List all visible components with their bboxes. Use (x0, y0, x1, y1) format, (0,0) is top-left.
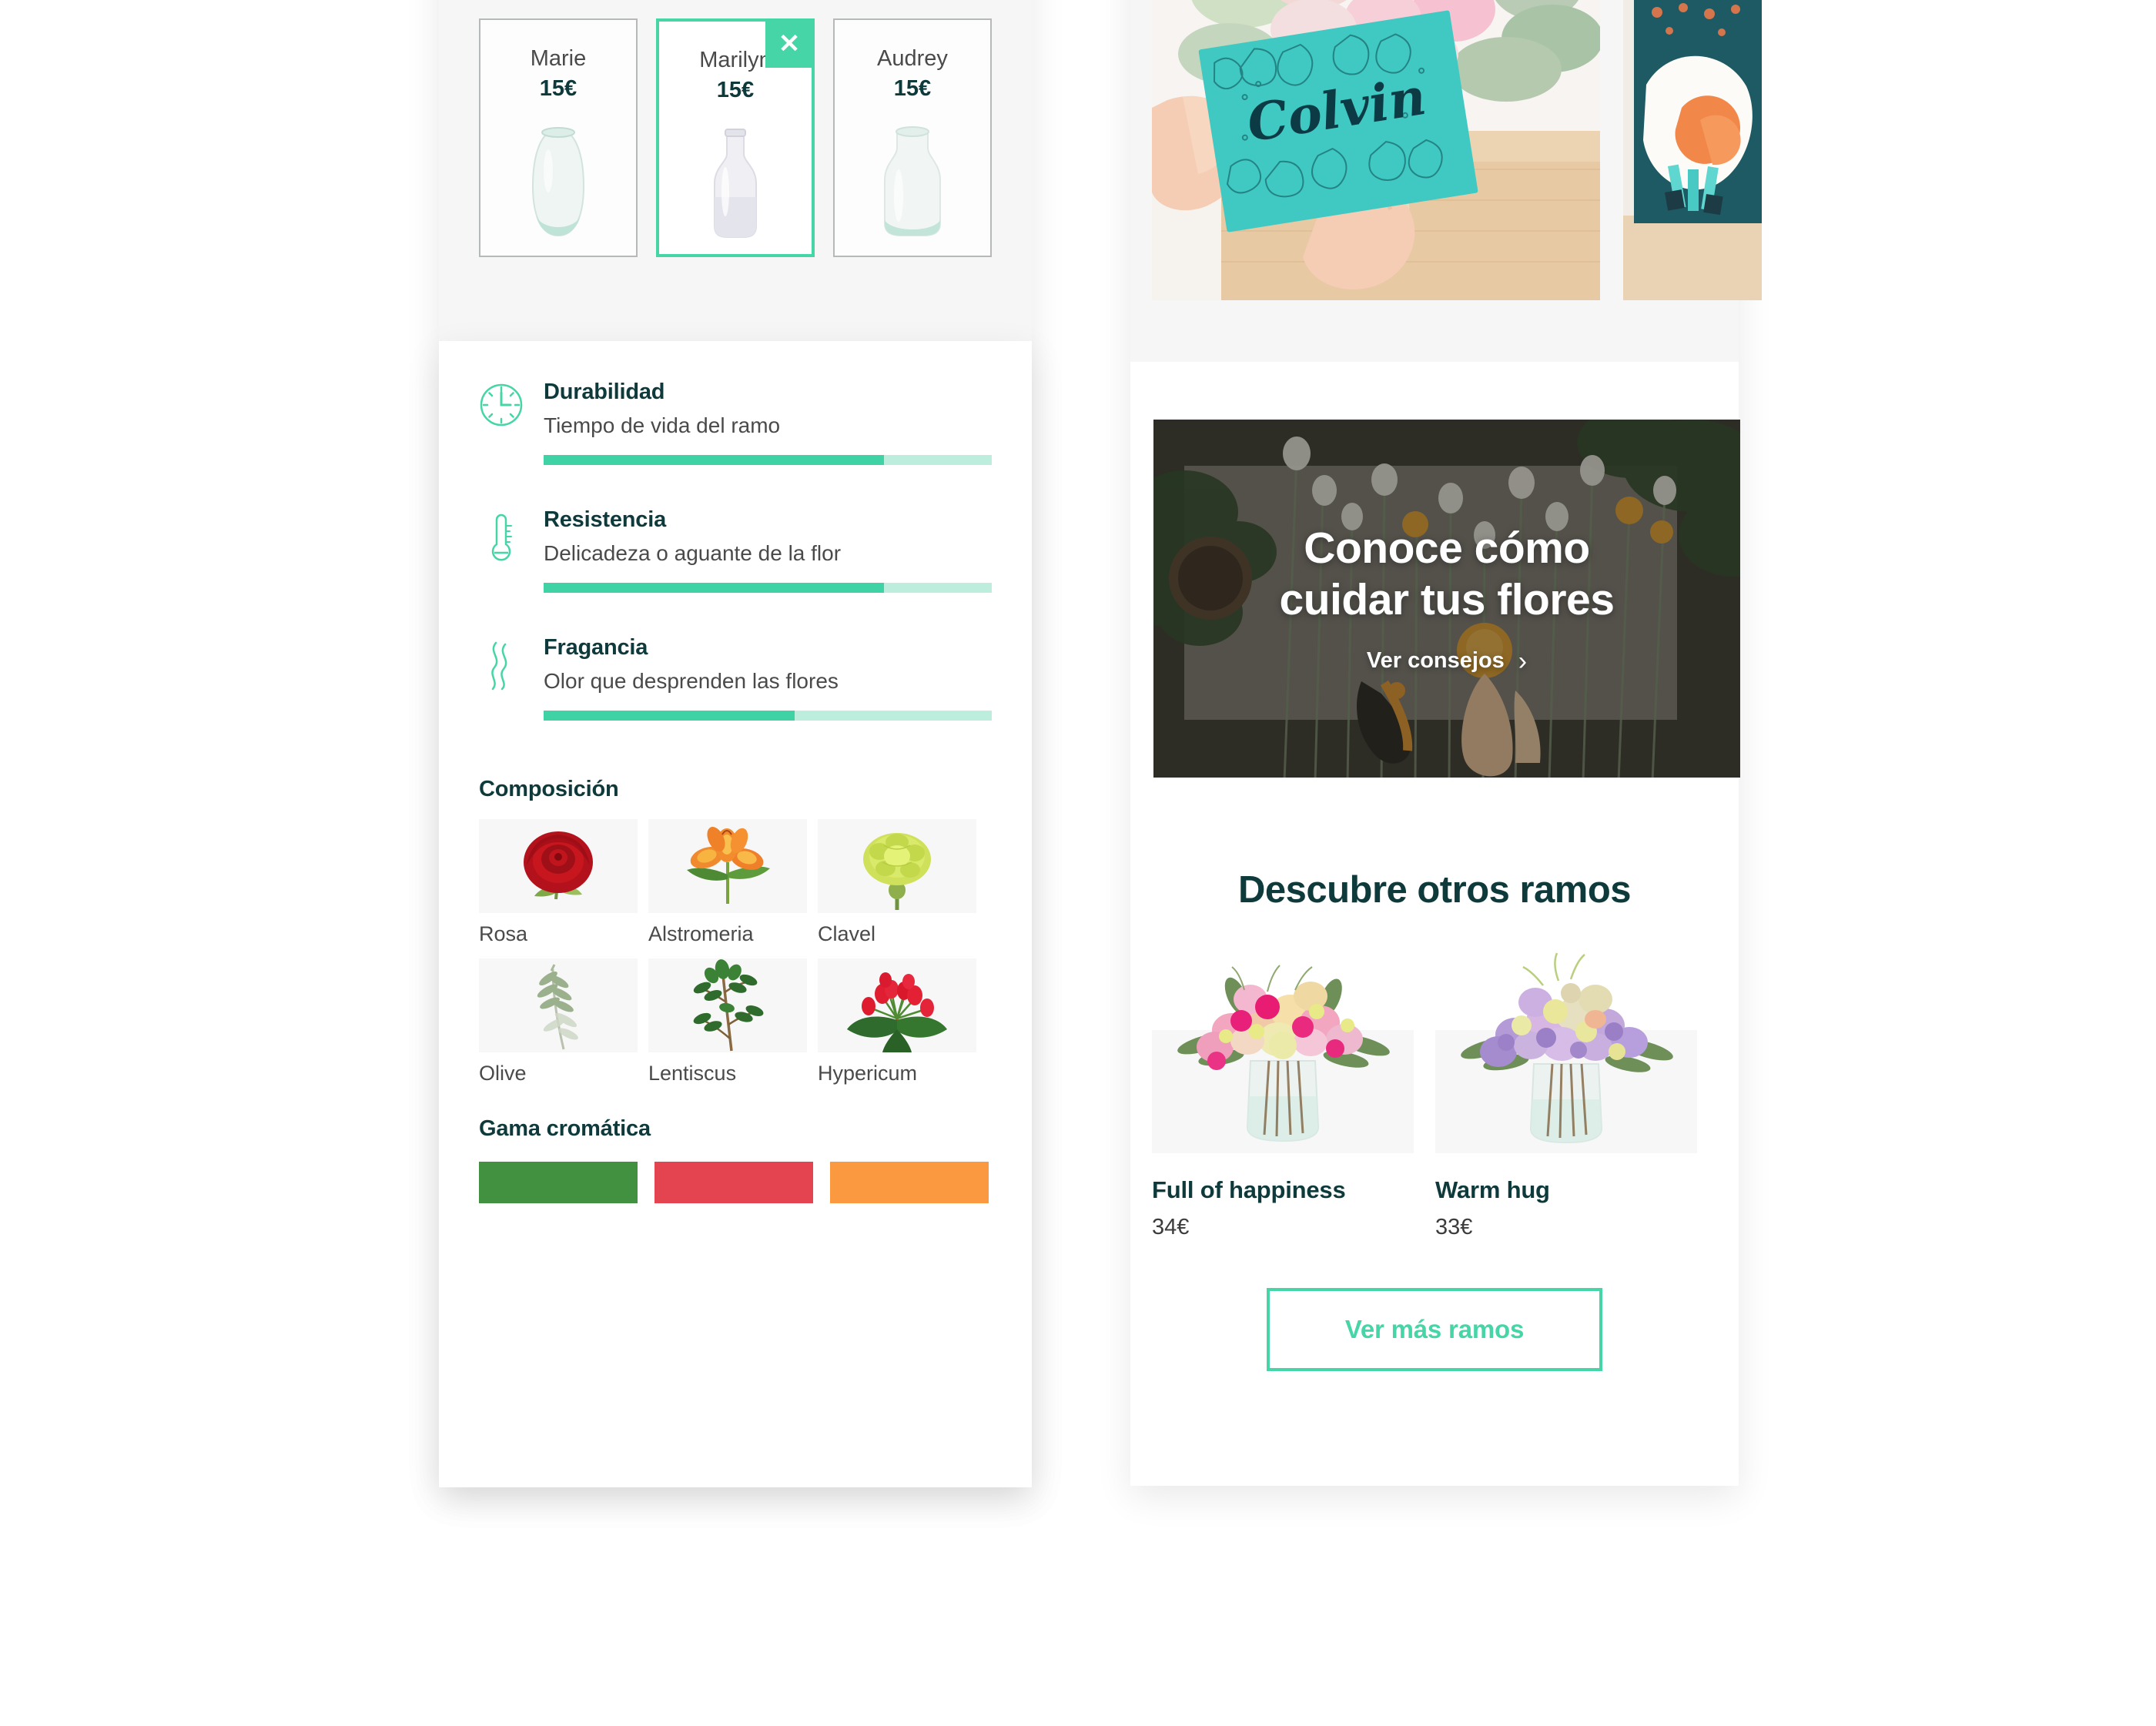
attribute-subtitle: Delicadeza o aguante de la flor (544, 541, 842, 565)
attribute-row-resistencia: Resistencia Delicadeza o aguante de la f… (479, 507, 992, 593)
product-image (1152, 945, 1414, 1153)
product-card-warm-hug[interactable]: Warm hug 33€ (1435, 945, 1697, 1240)
fragrance-waves-icon (479, 635, 524, 721)
attribute-bar-fill (544, 583, 885, 593)
flower-item-olive[interactable]: Olive (479, 958, 638, 1085)
lentiscus-image (648, 958, 807, 1052)
flower-label: Lentiscus (648, 1062, 737, 1085)
composition-grid: Rosa Alstromeria Clavel Olive Lentiscus … (479, 819, 992, 1085)
chromatic-swatches (479, 1162, 992, 1203)
see-more-bouquets-button[interactable]: Ver más ramos (1267, 1288, 1602, 1371)
banner-title-line1: Conoce cómo (1304, 523, 1590, 574)
discover-section: Descubre otros ramos Full of happiness 3… (1130, 808, 1739, 1486)
color-swatch-green (479, 1162, 638, 1203)
flower-label: Rosa (479, 922, 528, 945)
discover-title: Descubre otros ramos (1237, 869, 1632, 911)
banner-content: Conoce cómo cuidar tus flores Ver consej… (1153, 420, 1740, 778)
hypericum-image (818, 958, 976, 1052)
attributes-list: Durabilidad Tiempo de vida del ramo Resi… (439, 341, 1032, 721)
clock-icon (479, 380, 524, 465)
attribute-body: Fragancia Olor que desprenden las flores (544, 635, 992, 721)
product-price: 34€ (1152, 1215, 1190, 1239)
product-name: Warm hug (1435, 1176, 1550, 1203)
thermometer-icon (479, 507, 524, 593)
composition-section: Composición Rosa Alstromeria Clavel Oliv… (439, 763, 1032, 1085)
complement-card-marilyn[interactable]: ✕ Marilyn 15€ (656, 18, 815, 257)
complement-price: 15€ (539, 76, 578, 101)
product-gallery: Colvin Co (1130, 0, 1762, 362)
complement-name: Marilyn (699, 48, 772, 72)
product-name: Full of happiness (1152, 1176, 1346, 1203)
chromatic-section: Gama cromática (439, 1085, 1032, 1203)
attribute-bar-fill (544, 455, 885, 465)
complement-block: Añade un complemento Marie 15€ (439, 0, 1032, 293)
chevron-right-icon: › (1518, 646, 1528, 676)
flower-label: Clavel (818, 922, 876, 945)
attribute-bar-fill (544, 711, 795, 721)
olive-image (479, 958, 638, 1052)
flower-item-lentiscus[interactable]: Lentiscus (648, 958, 807, 1085)
product-price: 33€ (1435, 1215, 1473, 1239)
product-image (1435, 945, 1697, 1153)
attribute-bar (544, 455, 992, 465)
banner-title-line2: cuidar tus flores (1279, 574, 1615, 624)
banner-title: Conoce cómo cuidar tus flores (1280, 523, 1615, 624)
page-root: Añade un complemento Marie 15€ (0, 0, 2156, 1726)
rose-image (479, 819, 638, 913)
bottle-vase-icon (702, 126, 768, 242)
attribute-bar (544, 711, 992, 721)
attribute-subtitle: Tiempo de vida del ramo (544, 413, 781, 437)
flower-label: Hypericum (818, 1062, 918, 1085)
complement-name: Audrey (877, 46, 948, 71)
carnation-image (818, 819, 976, 913)
composition-title: Composición (479, 777, 619, 801)
flower-label: Alstromeria (648, 922, 754, 945)
discover-product-row: Full of happiness 34€ Warm hug 33€ (1130, 945, 1739, 1240)
color-swatch-red (654, 1162, 813, 1203)
attribute-body: Resistencia Delicadeza o aguante de la f… (544, 507, 992, 593)
view-tips-label: Ver consejos (1366, 648, 1505, 674)
color-swatch-orange (830, 1162, 989, 1203)
chromatic-title: Gama cromática (479, 1116, 651, 1141)
product-card-full-of-happiness[interactable]: Full of happiness 34€ (1152, 945, 1414, 1240)
attribute-row-fragancia: Fragancia Olor que desprenden las flores (479, 635, 992, 721)
attribute-bar (544, 583, 992, 593)
view-tips-link[interactable]: Ver consejos › (1367, 648, 1527, 674)
flower-care-banner[interactable]: Conoce cómo cuidar tus flores Ver consej… (1153, 420, 1740, 778)
complement-price: 15€ (893, 76, 932, 101)
flower-item-hypericum[interactable]: Hypericum (818, 958, 976, 1085)
flower-label: Olive (479, 1062, 527, 1085)
oval-vase-icon (525, 125, 591, 240)
complement-name: Marie (530, 46, 587, 71)
flower-item-clavel[interactable]: Clavel (818, 819, 976, 946)
attribute-subtitle: Olor que desprenden las flores (544, 669, 839, 693)
gallery-main-image[interactable]: Colvin (1152, 0, 1600, 300)
flower-details-card: Durabilidad Tiempo de vida del ramo Resi… (439, 341, 1032, 1487)
jar-vase-icon (875, 125, 949, 240)
attribute-title: Durabilidad (544, 380, 665, 404)
complement-card-marie[interactable]: Marie 15€ (479, 18, 638, 257)
flower-item-alstromeria[interactable]: Alstromeria (648, 819, 807, 946)
attribute-title: Fragancia (544, 635, 648, 660)
attribute-row-durabilidad: Durabilidad Tiempo de vida del ramo (479, 380, 992, 465)
attribute-body: Durabilidad Tiempo de vida del ramo (544, 380, 992, 465)
gallery-side-image[interactable]: Co (1623, 0, 1762, 300)
remove-complement-icon[interactable]: ✕ (765, 20, 813, 68)
attribute-title: Resistencia (544, 507, 666, 532)
alstromeria-image (648, 819, 807, 913)
flower-item-rosa[interactable]: Rosa (479, 819, 638, 946)
complement-price: 15€ (716, 78, 755, 102)
complement-card-audrey[interactable]: Audrey 15€ (833, 18, 992, 257)
complement-options: Marie 15€ ✕ Marilyn 15€ Audrey 15€ (479, 18, 992, 257)
